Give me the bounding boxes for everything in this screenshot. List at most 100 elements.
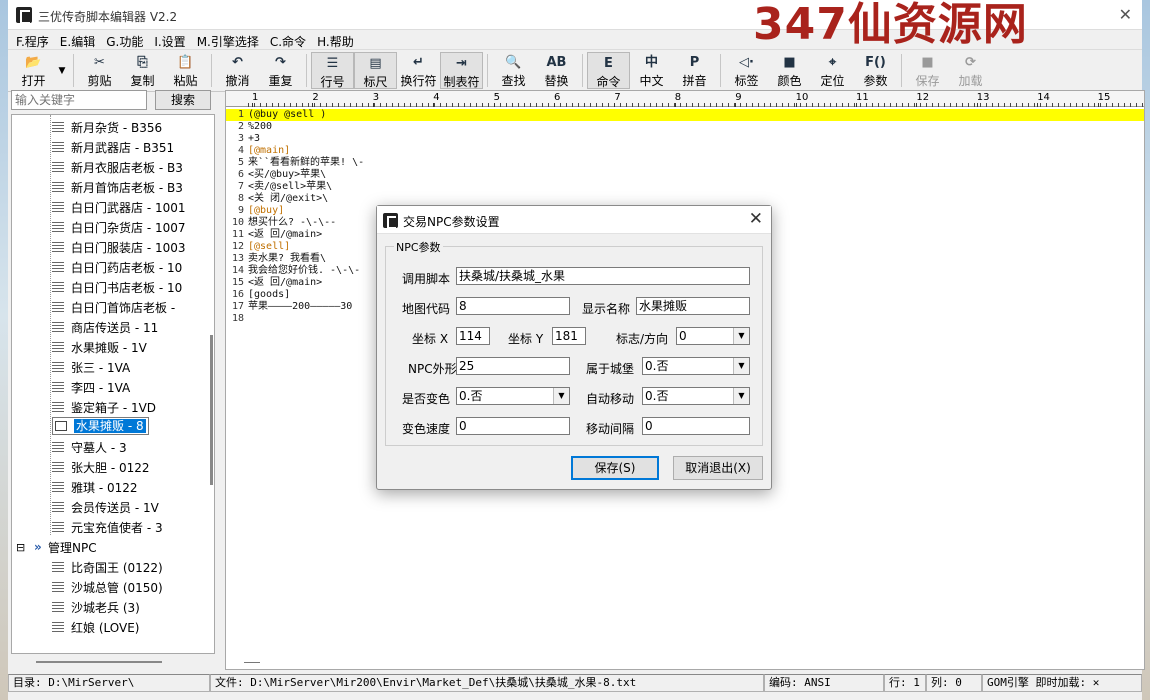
npc-tree[interactable]: 新月杂货 - B356 新月武器店 - B351 新月衣服店老板 - B3 新月首饰店… (11, 114, 215, 654)
tree-scrollbar[interactable] (210, 335, 213, 485)
menu-item-0[interactable]: F.程序 (12, 30, 56, 49)
tree-item[interactable]: 新月衣服店老板 - B3 (52, 157, 183, 177)
npc-list-icon (52, 562, 64, 572)
tree-group-manage-npc[interactable]: ⊟ » 管理NPC (16, 537, 97, 557)
tree-item[interactable]: 新月武器店 - B351 (52, 137, 174, 157)
toolbar-button-0[interactable]: 📂 打开 (12, 52, 55, 89)
x-input[interactable]: 114 (456, 327, 490, 345)
toolbar-button-2[interactable]: ⎘ 复制 (121, 52, 164, 89)
code-line[interactable]: 5 来``看看新鲜的苹果! \- (226, 157, 1144, 169)
tree-horizontal-scrollbar[interactable] (36, 661, 162, 663)
tree-item[interactable]: 李四 - 1VA (52, 377, 130, 397)
tree-item[interactable]: 新月杂货 - B356 (52, 117, 162, 137)
menu-item-6[interactable]: H.帮助 (313, 30, 361, 49)
tree-item-label: 李四 - 1VA (71, 380, 131, 395)
toolbar-button-3[interactable]: 📋 粘贴 (164, 52, 207, 89)
dropdown-arrow-icon[interactable]: ▼ (733, 328, 749, 344)
code-line[interactable]: 2 %200 (226, 121, 1144, 133)
color-change-select[interactable]: 0.否 ▼ (456, 387, 570, 405)
menu-item-1[interactable]: E.编辑 (56, 30, 102, 49)
tree-item[interactable]: 水果摊贩 - 1V (52, 337, 147, 357)
code-line[interactable]: 1 (@buy @sell ) (226, 109, 1144, 121)
toolbar-button-17[interactable]: ⌖ 定位 (811, 52, 854, 89)
display-name-input[interactable]: 水果摊贩 (636, 297, 750, 315)
npc-list-icon (52, 262, 64, 272)
toolbar-button-6[interactable]: ☰ 行号 (311, 52, 354, 89)
toolbar-button-15[interactable]: ◁· 标签 (725, 52, 768, 89)
toolbar-button-4[interactable]: ↶ 撤消 (216, 52, 259, 89)
dialog-close-icon[interactable]: ✕ (749, 209, 763, 229)
code-line[interactable]: 7 <卖/@sell>苹果\ (226, 181, 1144, 193)
toolbar-button-19[interactable]: ■ 保存 (906, 52, 949, 89)
line-text: [@main] (248, 145, 291, 156)
tree-item[interactable]: 白日门书店老板 - 10 (52, 277, 182, 297)
tree-item[interactable]: 鉴定箱子 - 1VD (52, 397, 156, 417)
dropdown-arrow-icon[interactable]: ▼ (733, 358, 749, 374)
toolbar-button-14[interactable]: P 拼音 (673, 52, 716, 89)
flag-select[interactable]: 0 ▼ (676, 327, 750, 345)
tree-item[interactable]: 新月首饰店老板 - B3 (52, 177, 183, 197)
tree-item[interactable]: 张大胆 - 0122 (52, 457, 150, 477)
menu-item-5[interactable]: C.命令 (266, 30, 313, 49)
tree-item[interactable]: 张三 - 1VA (52, 357, 130, 377)
tree-item[interactable]: 白日门杂货店 - 1007 (52, 217, 186, 237)
code-line[interactable]: 8 <关 闭/@exit>\ (226, 193, 1144, 205)
dropdown-arrow-icon[interactable]: ▼ (553, 388, 569, 404)
tree-item[interactable]: 守墓人 - 3 (52, 437, 127, 457)
tree-item[interactable]: 白日门武器店 - 1001 (52, 197, 186, 217)
collapse-icon[interactable]: ⊟ (16, 541, 30, 554)
menu-item-3[interactable]: I.设置 (150, 30, 192, 49)
toolbar-button-8[interactable]: ↵ 换行符 (397, 52, 440, 89)
tree-item[interactable]: 白日门药店老板 - 10 (52, 257, 182, 277)
toolbar-button-18[interactable]: F() 参数 (854, 52, 897, 89)
tree-item[interactable]: 元宝充值使者 - 3 (52, 517, 163, 537)
undo-icon: ↶ (232, 55, 243, 70)
toolbar-label: 重复 (268, 74, 293, 88)
tree-item[interactable]: 白日门首饰店老板 - (52, 297, 175, 317)
tree-item-label: 张三 - 1VA (71, 360, 131, 375)
search-input[interactable] (11, 90, 147, 110)
save-button[interactable]: 保存(S) (571, 456, 659, 480)
tree-item[interactable]: 比奇国王 (0122) (52, 557, 163, 577)
tree-item[interactable]: 沙城总管 (0150) (52, 577, 163, 597)
window-title: 三优传奇脚本编辑器 V2.2 (38, 10, 178, 24)
menu-item-4[interactable]: M.引擎选择 (193, 30, 266, 49)
menu-item-2[interactable]: G.功能 (102, 30, 150, 49)
toolbar-button-11[interactable]: AB 替换 (535, 52, 578, 89)
toolbar-button-5[interactable]: ↷ 重复 (259, 52, 302, 89)
tree-item[interactable]: 雅琪 - 0122 (52, 477, 138, 497)
cancel-button[interactable]: 取消退出(X) (673, 456, 763, 480)
castle-select[interactable]: 0.否 ▼ (642, 357, 750, 375)
code-line[interactable]: 4 [@main] (226, 145, 1144, 157)
y-input[interactable]: 181 (552, 327, 586, 345)
toolbar-button-7[interactable]: ▤ 标尺 (354, 52, 397, 89)
toolbar-button-16[interactable]: ■ 颜色 (768, 52, 811, 89)
editor-scrollbar[interactable] (244, 662, 260, 663)
move-interval-input[interactable]: 0 (642, 417, 750, 435)
toolbar-button-9[interactable]: ⇥ 制表符 (440, 52, 483, 89)
toolbar-button-1[interactable]: ✂ 剪贴 (78, 52, 121, 89)
search-button[interactable]: 搜索 (155, 90, 211, 110)
auto-move-select[interactable]: 0.否 ▼ (642, 387, 750, 405)
tree-item[interactable]: 沙城老兵 (3) (52, 597, 140, 617)
tree-item[interactable]: 红娘 (LOVE) (52, 617, 139, 637)
tree-item[interactable]: 会员传送员 - 1V (52, 497, 159, 517)
tree-item[interactable]: 水果摊贩 - 8 (52, 417, 149, 435)
color-speed-input[interactable]: 0 (456, 417, 570, 435)
toolbar-button-12[interactable]: E 命令 (587, 52, 630, 89)
code-line[interactable]: 6 <买/@buy>苹果\ (226, 169, 1144, 181)
appearance-input[interactable]: 25 (456, 357, 570, 375)
npc-list-icon (52, 222, 64, 232)
tree-item[interactable]: 白日门服装店 - 1003 (52, 237, 186, 257)
map-input[interactable]: 8 (456, 297, 570, 315)
open-dropdown-icon[interactable]: ▼ (55, 52, 69, 89)
tree-item[interactable]: 商店传送员 - 11 (52, 317, 158, 337)
toolbar-button-10[interactable]: 🔍 查找 (492, 52, 535, 89)
toolbar-button-20[interactable]: ⟳ 加载 (949, 52, 992, 89)
ruler-minor-ticks (248, 103, 1144, 107)
window-close-icon[interactable]: ✕ (1119, 5, 1132, 24)
script-input[interactable]: 扶桑城/扶桑城_水果 (456, 267, 750, 285)
dropdown-arrow-icon[interactable]: ▼ (733, 388, 749, 404)
toolbar-button-13[interactable]: 中中文 (630, 52, 673, 89)
code-line[interactable]: 3 +3 (226, 133, 1144, 145)
